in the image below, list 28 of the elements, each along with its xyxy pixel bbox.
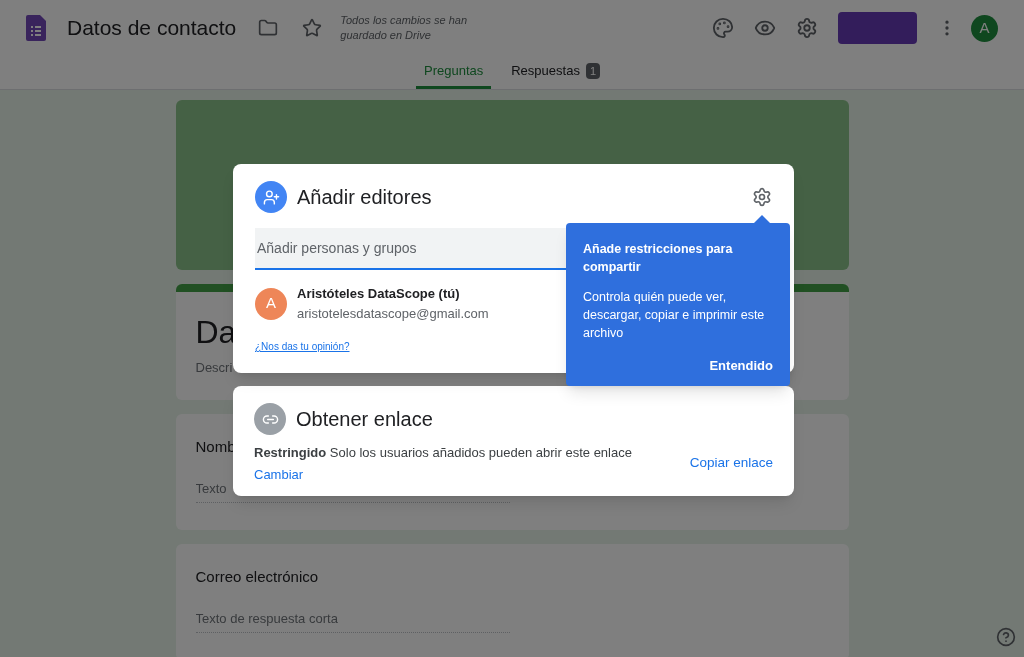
- tooltip-body: Controla quién puede ver, descargar, copiar e imprimir este archivo: [583, 289, 766, 342]
- account-avatar[interactable]: A: [971, 14, 998, 42]
- short-answer-field[interactable]: Texto de respuesta corta: [195, 608, 510, 633]
- person-name: Aristóteles DataScope (tú): [297, 285, 461, 303]
- settings-icon[interactable]: [752, 187, 772, 207]
- tab[interactable]: Preguntas: [415, 56, 492, 89]
- dismiss-button[interactable]: Entendido: [709, 356, 773, 376]
- document-title[interactable]: Datos de contacto: [67, 12, 237, 44]
- save-status: Todos los cambios se han guardado en Drive: [340, 13, 469, 43]
- change-access-link[interactable]: Cambiar: [254, 464, 304, 484]
- question-title[interactable]: Correo electrónico: [195, 566, 829, 589]
- feedback-link[interactable]: ¿Nos das tu opinión?: [255, 339, 350, 354]
- dialog-title: Obtener enlace: [296, 407, 433, 432]
- tab[interactable]: Respuestas 1: [503, 56, 608, 89]
- link-icon: [254, 403, 286, 435]
- star-icon[interactable]: [302, 18, 323, 38]
- help-icon[interactable]: [996, 627, 1016, 647]
- settings-icon[interactable]: [796, 17, 818, 39]
- access-description: Restringido Solo los usuarios añadidos pueden abrir este enlace: [254, 444, 632, 462]
- copy-link-button[interactable]: Copiar enlace: [682, 449, 780, 478]
- add-person-icon: [255, 181, 287, 213]
- dialog-title: Añadir editores: [297, 185, 432, 210]
- person-email: aristotelesdatascope@gmail.com: [297, 304, 489, 323]
- folder-icon[interactable]: [258, 18, 279, 38]
- forms-logo-icon[interactable]: [26, 15, 46, 41]
- palette-icon[interactable]: [712, 17, 734, 39]
- response-count-badge: 1: [585, 62, 600, 80]
- person-avatar: A: [255, 287, 287, 320]
